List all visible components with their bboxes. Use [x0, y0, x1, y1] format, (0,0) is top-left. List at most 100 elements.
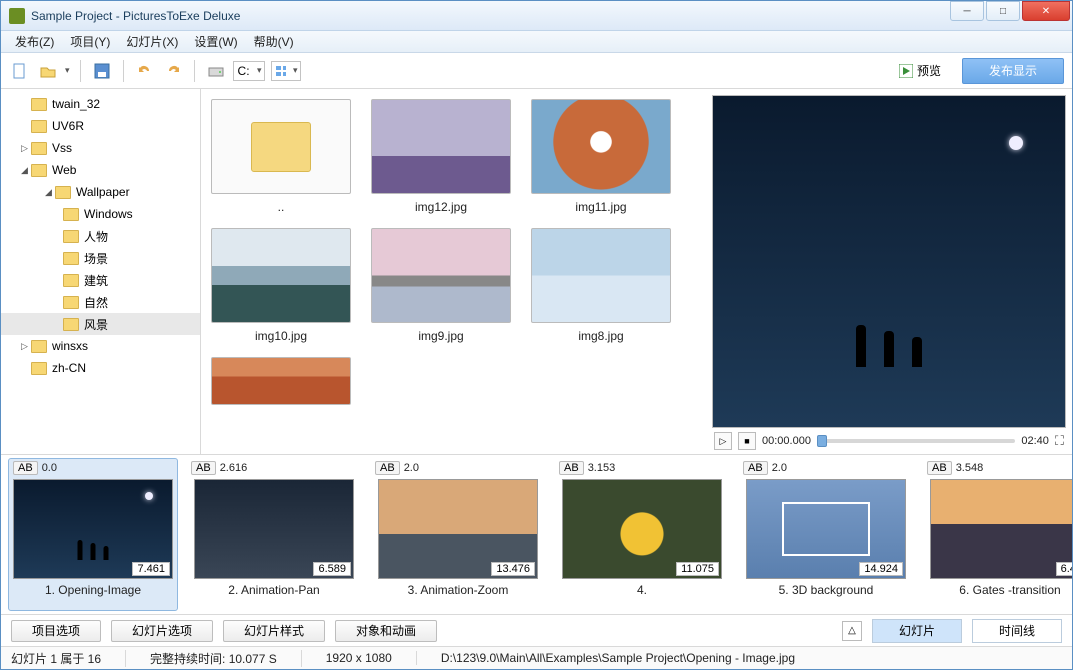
thumb-img12[interactable]: img12.jpg — [371, 99, 511, 214]
folder-icon — [31, 164, 47, 177]
slide-6[interactable]: AB3.548 6.40 6. Gates -transition — [925, 461, 1072, 608]
preview-button[interactable]: 预览 — [892, 59, 956, 83]
tree-item-windows[interactable]: Windows — [1, 203, 200, 225]
play-button[interactable]: ▷ — [714, 432, 732, 450]
ab-badge[interactable]: AB — [13, 461, 38, 475]
separator — [123, 60, 124, 82]
stop-button[interactable]: ■ — [738, 432, 756, 450]
preview-pane: ▷ ■ 00:00.000 02:40 ⛶ — [706, 89, 1072, 454]
save-button[interactable] — [91, 60, 113, 82]
tree-item-web[interactable]: ◢Web — [1, 159, 200, 181]
slide-options-button[interactable]: 幻灯片选项 — [111, 620, 213, 642]
tree-item-zhcn[interactable]: zh-CN — [1, 357, 200, 379]
folder-icon — [55, 186, 71, 199]
drive-select[interactable]: C: — [233, 61, 265, 81]
toolbar: ▾ C: 预览 发布显示 — [1, 53, 1072, 89]
folder-icon — [31, 340, 47, 353]
redo-button[interactable] — [162, 60, 184, 82]
tree-item-wallpaper[interactable]: ◢Wallpaper — [1, 181, 200, 203]
menu-help[interactable]: 帮助(V) — [246, 31, 302, 52]
folder-icon — [31, 120, 47, 133]
ab-badge[interactable]: AB — [927, 461, 952, 475]
thumb-next[interactable] — [211, 357, 351, 405]
minimize-button[interactable]: ─ — [950, 1, 984, 21]
thumb-img9[interactable]: img9.jpg — [371, 228, 511, 343]
menu-settings[interactable]: 设置(W) — [186, 31, 245, 52]
slide-5[interactable]: AB2.0 14.924 5. 3D background — [741, 461, 911, 608]
folder-icon — [31, 362, 47, 375]
total-time: 02:40 — [1021, 435, 1049, 447]
folder-icon — [63, 296, 79, 309]
folder-icon — [63, 208, 79, 221]
close-button[interactable]: ✕ — [1022, 1, 1070, 21]
play-icon — [899, 64, 913, 78]
tree-item-changjing[interactable]: 场景 — [1, 247, 200, 269]
ab-badge[interactable]: AB — [191, 461, 216, 475]
tree-item-renwu[interactable]: 人物 — [1, 225, 200, 247]
menu-publish[interactable]: 发布(Z) — [7, 31, 62, 52]
tab-timeline[interactable]: 时间线 — [972, 619, 1062, 643]
thumb-img8[interactable]: img8.jpg — [531, 228, 671, 343]
slide-3[interactable]: AB2.0 13.476 3. Animation-Zoom — [373, 461, 543, 608]
status-duration: 完整持续时间: 10.077 S — [150, 650, 302, 667]
view-select[interactable] — [271, 61, 301, 81]
titlebar: Sample Project - PicturesToExe Deluxe ─ … — [1, 1, 1072, 31]
status-path: D:\123\9.0\Main\All\Examples\Sample Proj… — [441, 651, 795, 665]
seek-slider[interactable] — [817, 439, 1015, 443]
project-options-button[interactable]: 项目选项 — [11, 620, 101, 642]
window-title: Sample Project - PicturesToExe Deluxe — [31, 9, 950, 23]
menu-slide[interactable]: 幻灯片(X) — [118, 31, 186, 52]
tree-item-vss[interactable]: ▷Vss — [1, 137, 200, 159]
ab-badge[interactable]: AB — [743, 461, 768, 475]
tab-slide[interactable]: 幻灯片 — [872, 619, 962, 643]
app-icon — [9, 8, 25, 24]
menubar: 发布(Z) 项目(Y) 幻灯片(X) 设置(W) 帮助(V) — [1, 31, 1072, 53]
preview-image[interactable] — [712, 95, 1066, 428]
folder-icon — [31, 98, 47, 111]
collapse-button[interactable]: △ — [842, 621, 862, 641]
slide-style-button[interactable]: 幻灯片样式 — [223, 620, 325, 642]
status-slide-count: 幻灯片 1 属于 16 — [11, 650, 126, 667]
undo-button[interactable] — [134, 60, 156, 82]
preview-label: 预览 — [917, 62, 941, 79]
moon-icon — [1009, 136, 1023, 150]
tree-item-fengjing[interactable]: 风景 — [1, 313, 200, 335]
menu-project[interactable]: 项目(Y) — [62, 31, 118, 52]
folder-icon — [251, 122, 311, 172]
tree-item-twain[interactable]: twain_32 — [1, 93, 200, 115]
separator — [80, 60, 81, 82]
thumb-img11[interactable]: img11.jpg — [531, 99, 671, 214]
ab-badge[interactable]: AB — [559, 461, 584, 475]
drive-label: C: — [238, 64, 250, 78]
publish-label: 发布显示 — [989, 62, 1037, 79]
slide-1[interactable]: AB0.0 7.461 1. Opening-Image — [8, 458, 178, 611]
folder-icon — [63, 252, 79, 265]
slide-strip[interactable]: AB0.0 7.461 1. Opening-Image AB2.616 6.5… — [1, 455, 1072, 615]
tree-item-jianzhu[interactable]: 建筑 — [1, 269, 200, 291]
folder-icon — [63, 318, 79, 331]
folder-icon — [63, 274, 79, 287]
folder-tree[interactable]: twain_32 UV6R ▷Vss ◢Web ◢Wallpaper Windo… — [1, 89, 201, 454]
ab-badge[interactable]: AB — [375, 461, 400, 475]
fullscreen-button[interactable]: ⛶ — [1055, 433, 1064, 449]
slide-2[interactable]: AB2.616 6.589 2. Animation-Pan — [189, 461, 359, 608]
thumbnail-grid[interactable]: .. img12.jpg img11.jpg img10.jpg img9.jp… — [201, 89, 706, 454]
thumb-img10[interactable]: img10.jpg — [211, 228, 351, 343]
slide-4[interactable]: AB3.153 11.075 4. — [557, 461, 727, 608]
new-button[interactable] — [9, 60, 31, 82]
maximize-button[interactable]: □ — [986, 1, 1020, 21]
tree-item-uv6r[interactable]: UV6R — [1, 115, 200, 137]
status-resolution: 1920 x 1080 — [326, 651, 417, 665]
separator — [194, 60, 195, 82]
status-bar: 幻灯片 1 属于 16 完整持续时间: 10.077 S 1920 x 1080… — [1, 647, 1072, 669]
publish-button[interactable]: 发布显示 — [962, 58, 1064, 84]
tree-item-ziran[interactable]: 自然 — [1, 291, 200, 313]
objects-animation-button[interactable]: 对象和动画 — [335, 620, 437, 642]
thumb-parent[interactable]: .. — [211, 99, 351, 214]
current-time: 00:00.000 — [762, 435, 811, 447]
bottom-bar: 项目选项 幻灯片选项 幻灯片样式 对象和动画 △ 幻灯片 时间线 — [1, 615, 1072, 647]
open-button[interactable] — [37, 60, 59, 82]
folder-icon — [63, 230, 79, 243]
tree-item-winsxs[interactable]: ▷winsxs — [1, 335, 200, 357]
drive-icon[interactable] — [205, 60, 227, 82]
